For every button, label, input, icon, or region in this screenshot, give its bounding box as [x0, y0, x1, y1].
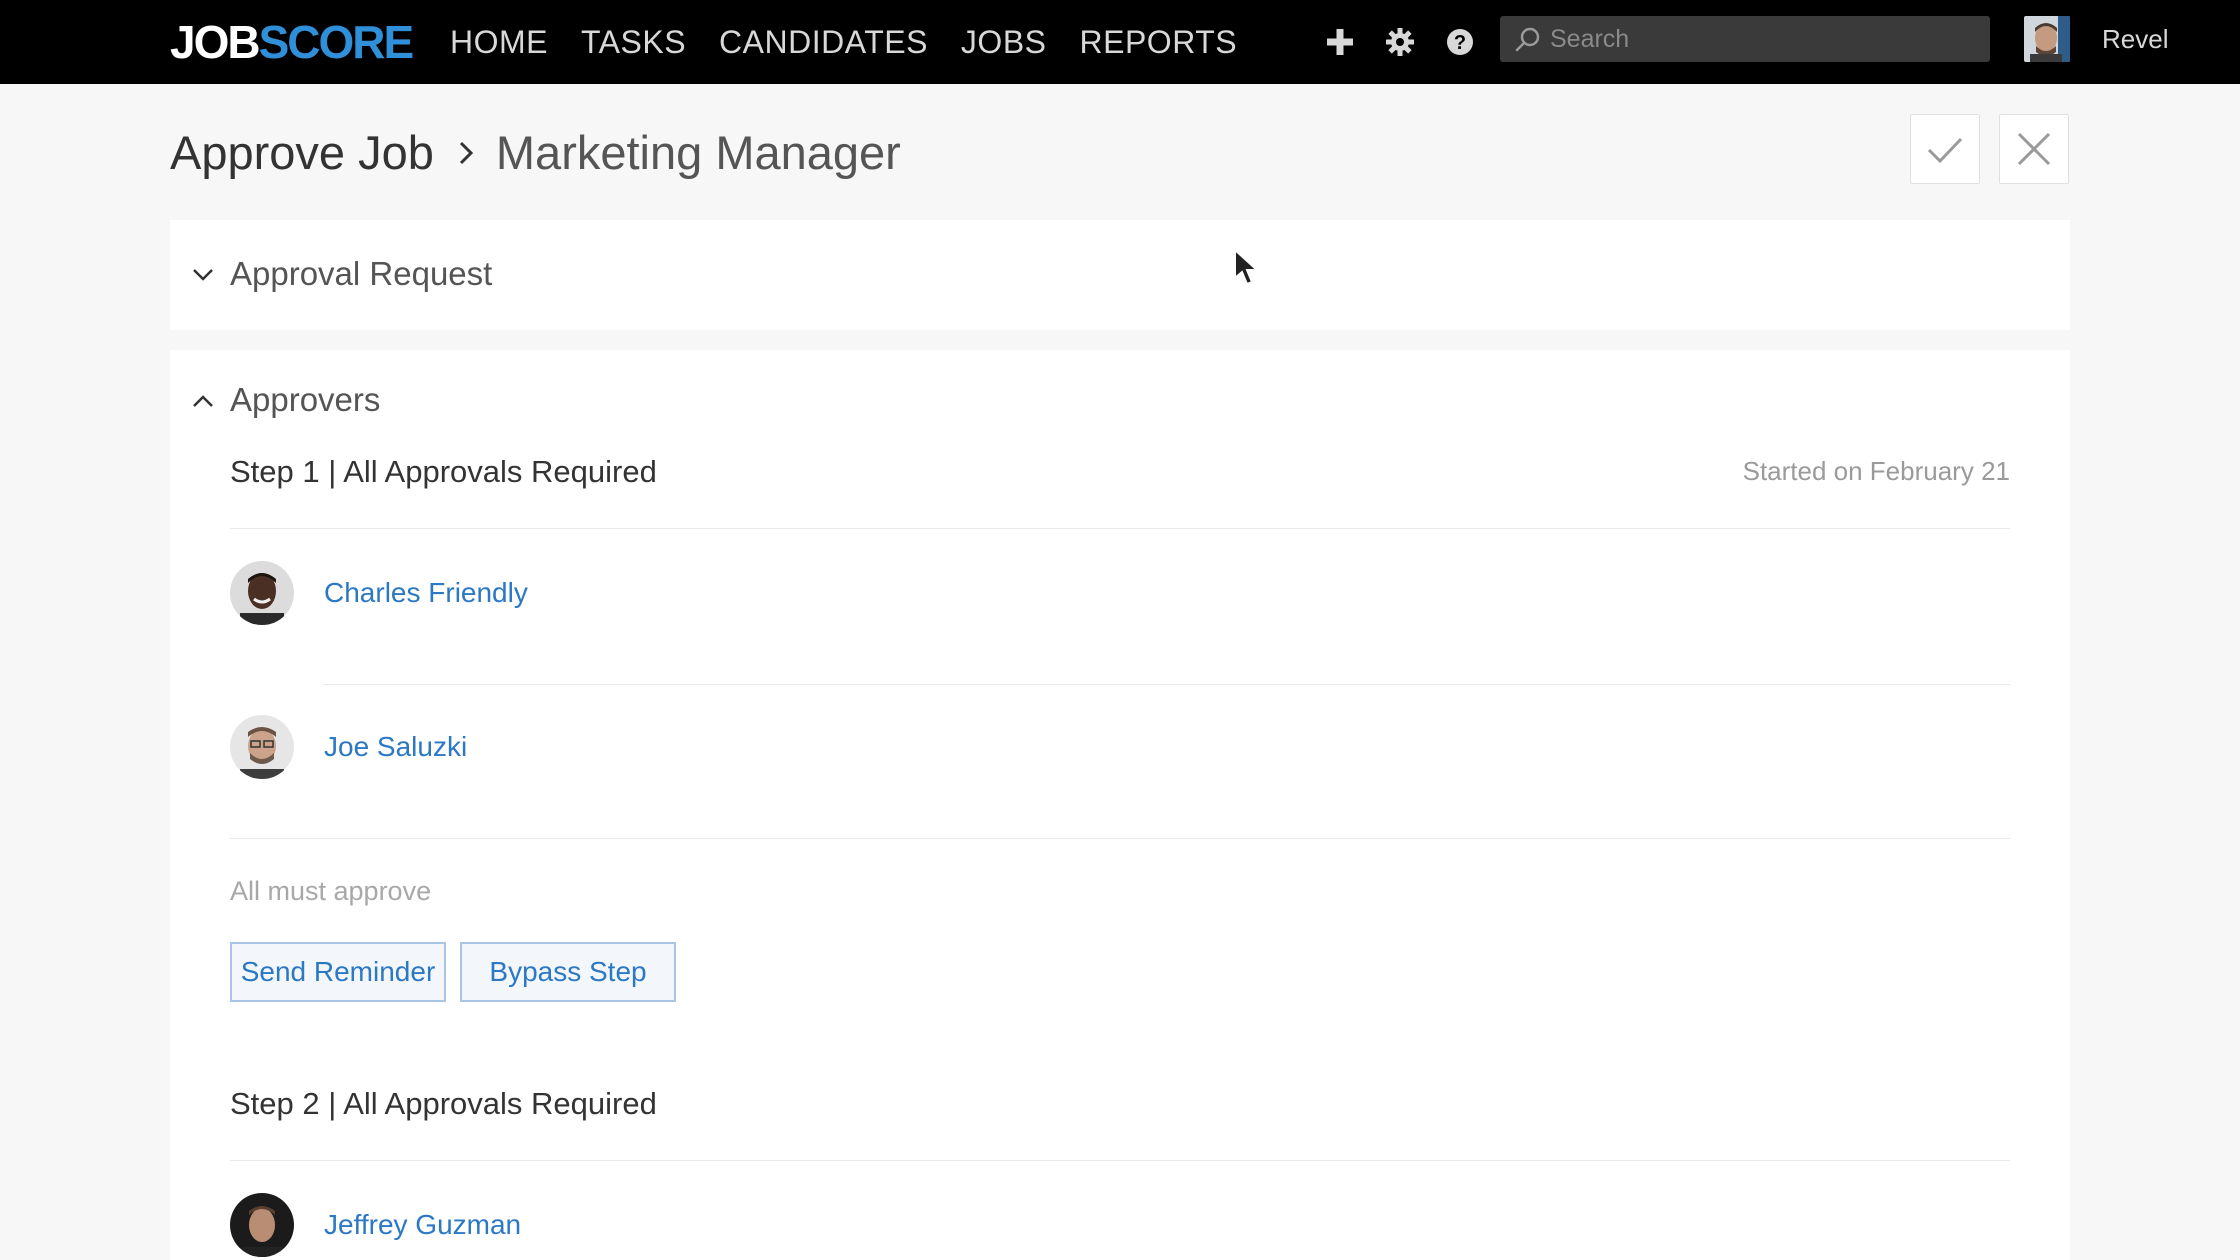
jobscore-logo[interactable]: JOBSCORE [170, 16, 415, 68]
reject-button[interactable] [1999, 114, 2069, 184]
approval-rule-text: All must approve [230, 876, 432, 906]
send-reminder-button[interactable]: Send Reminder [230, 942, 446, 1002]
gear-icon[interactable] [1378, 20, 1422, 64]
nav-item-candidates[interactable]: CANDIDATES [719, 24, 928, 61]
approve-button[interactable] [1910, 114, 1980, 184]
plus-icon[interactable] [1318, 20, 1362, 64]
chevron-up-icon [193, 395, 213, 407]
main-nav: HOME TASKS CANDIDATES JOBS REPORTS [450, 0, 1237, 84]
approver-name[interactable]: Jeffrey Guzman [324, 1209, 521, 1241]
nav-item-home[interactable]: HOME [450, 24, 548, 61]
approve-check-icon [1927, 137, 1963, 164]
approval-request-toggle[interactable]: Approval Request [170, 224, 2070, 324]
chevron-down-icon [193, 269, 213, 281]
approver-name[interactable]: Joe Saluzki [324, 731, 467, 763]
divider [230, 838, 2010, 839]
step-1-title: Step 1 | All Approvals Required [230, 454, 657, 489]
step-2-title: Step 2 | All Approvals Required [230, 1086, 657, 1121]
user-name[interactable]: Revel [2102, 24, 2168, 55]
avatar [230, 561, 294, 625]
approver-name[interactable]: Charles Friendly [324, 577, 528, 609]
approver-row: Charles Friendly [230, 560, 528, 626]
user-avatar[interactable] [2024, 16, 2070, 62]
mouse-cursor-icon [1234, 248, 1260, 286]
approver-row: Joe Saluzki [230, 714, 467, 780]
step-1-started-date: Started on February 21 [1742, 456, 2010, 486]
approvers-toggle[interactable]: Approvers [170, 350, 2070, 450]
bypass-step-button[interactable]: Bypass Step [460, 942, 676, 1002]
logo-part-score: SCORE [258, 16, 415, 68]
divider [230, 528, 2010, 529]
approval-request-panel: Approval Request [170, 220, 2070, 330]
chevron-right-icon [459, 141, 474, 165]
approvers-title: Approvers [230, 381, 381, 418]
search-box [1500, 16, 1990, 62]
logo-part-job: JOB [170, 16, 261, 68]
nav-item-jobs[interactable]: JOBS [961, 24, 1047, 61]
reject-x-icon [2017, 132, 2051, 166]
nav-item-reports[interactable]: REPORTS [1080, 24, 1238, 61]
divider [230, 1160, 2010, 1161]
approvers-panel: Approvers Step 1 | All Approvals Require… [170, 350, 2070, 1260]
search-input[interactable] [1550, 16, 1980, 62]
avatar [230, 1193, 294, 1257]
svg-text:?: ? [1454, 32, 1466, 54]
divider [324, 684, 2010, 685]
search-icon [1515, 27, 1540, 52]
nav-item-tasks[interactable]: TASKS [581, 24, 686, 61]
breadcrumb-parent[interactable]: Approve Job [170, 125, 434, 180]
approver-row: Jeffrey Guzman [230, 1192, 521, 1258]
top-navbar: JOBSCORE HOME TASKS CANDIDATES JOBS REPO… [0, 0, 2240, 84]
page-title: Marketing Manager [495, 125, 901, 179]
approval-request-title: Approval Request [230, 255, 493, 292]
breadcrumb: Approve Job Marketing Manager [170, 120, 901, 184]
help-icon[interactable]: ? [1438, 20, 1482, 64]
avatar [230, 715, 294, 779]
